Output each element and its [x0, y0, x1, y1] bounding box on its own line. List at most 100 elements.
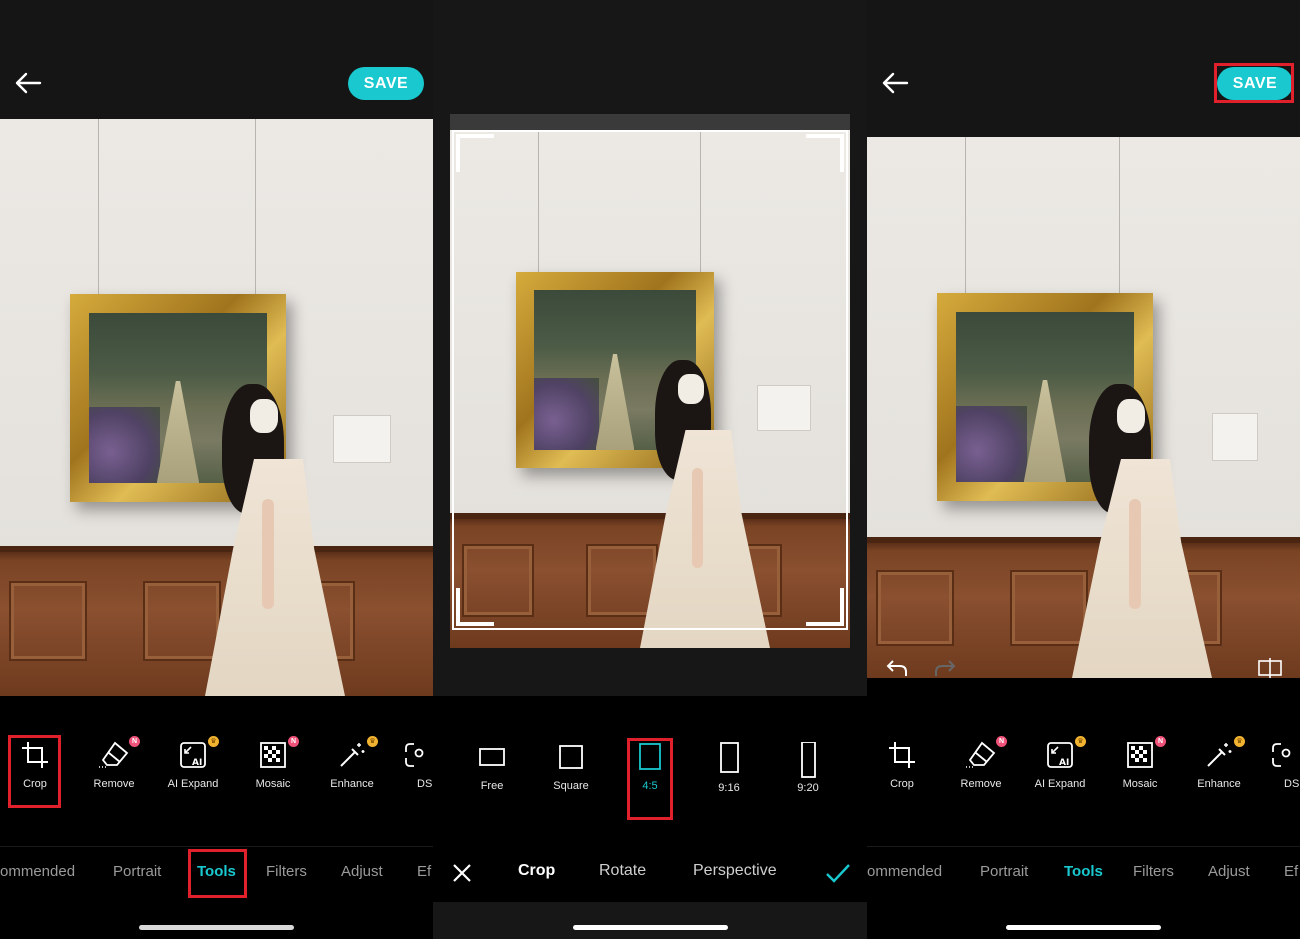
- ratio-9-20[interactable]: 9:20: [773, 736, 843, 806]
- tool-crop[interactable]: Crop: [867, 736, 937, 806]
- tool-label: AI Expand: [1034, 778, 1086, 790]
- home-indicator: [1006, 925, 1161, 930]
- home-indicator: [139, 925, 294, 930]
- premium-crown-icon: ♛: [1234, 736, 1245, 747]
- premium-crown-icon: ♛: [1075, 736, 1086, 747]
- tool-label: Remove: [960, 778, 1002, 790]
- crop-handle-bottom-left[interactable]: [456, 588, 494, 626]
- tool-label: Crop: [890, 778, 914, 790]
- category-tabs: ommended Portrait Tools Filters Adjust E…: [867, 846, 1300, 903]
- tab-adjust[interactable]: Adjust: [341, 863, 383, 880]
- tab-tools[interactable]: Tools: [197, 863, 236, 880]
- tab-rotate[interactable]: Rotate: [599, 862, 646, 880]
- ratio-9-20-icon: [801, 742, 816, 778]
- tab-portrait[interactable]: Portrait: [980, 863, 1028, 880]
- category-tabs: ommended Portrait Tools Filters Adjust E…: [0, 846, 433, 903]
- crop-icon: [22, 742, 48, 768]
- crop-frame[interactable]: [452, 130, 848, 630]
- crop-handle-bottom-right[interactable]: [806, 588, 844, 626]
- tool-label: Crop: [23, 778, 47, 790]
- svg-text:AI: AI: [1059, 758, 1069, 768]
- tab-crop[interactable]: Crop: [518, 862, 555, 880]
- tab-portrait[interactable]: Portrait: [113, 863, 161, 880]
- editor-panel-tools: SAVE Crop N Remove ♛ AI AI Expand N Mosa…: [0, 0, 433, 939]
- tab-effects[interactable]: Ef: [1284, 863, 1298, 880]
- crop-canvas: [450, 114, 850, 648]
- top-bar: SAVE: [0, 0, 433, 119]
- ratio-row: Free Square 4:5 9:16 9:20: [433, 696, 867, 846]
- ai-expand-icon: AI: [1047, 742, 1073, 768]
- tool-label: Mosaic: [255, 778, 291, 790]
- crop-icon: [889, 742, 915, 768]
- tab-filters[interactable]: Filters: [266, 863, 307, 880]
- square-ratio-icon: [559, 745, 583, 769]
- top-bar: SAVE: [867, 0, 1300, 137]
- tool-remove[interactable]: N Remove: [79, 736, 149, 806]
- tab-filters[interactable]: Filters: [1133, 863, 1174, 880]
- new-badge: N: [288, 736, 299, 747]
- tab-tools[interactable]: Tools: [1064, 863, 1103, 880]
- ratio-label: 9:20: [797, 782, 819, 794]
- back-arrow-icon[interactable]: [879, 66, 913, 100]
- save-button[interactable]: SAVE: [348, 67, 424, 100]
- crop-handle-top-left[interactable]: [456, 134, 494, 172]
- redo-icon[interactable]: [933, 656, 957, 680]
- crop-tabs: Crop Rotate Perspective: [433, 846, 867, 902]
- eraser-icon: [99, 741, 129, 768]
- premium-crown-icon: ♛: [367, 736, 378, 747]
- mosaic-icon: [260, 742, 286, 768]
- tool-ds[interactable]: DS: [1264, 736, 1300, 806]
- tool-label: DS: [417, 778, 433, 790]
- ratio-4-5[interactable]: 4:5: [615, 736, 685, 806]
- photo-preview: [867, 137, 1300, 678]
- tool-remove[interactable]: N Remove: [946, 736, 1016, 806]
- compare-icon[interactable]: [1257, 656, 1283, 680]
- editor-panel-result: SAVE Crop N Remove ♛ AI AI Expand N Mosa…: [867, 0, 1300, 939]
- close-icon[interactable]: [451, 862, 473, 884]
- magic-wand-icon: [340, 743, 365, 767]
- ratio-label: 9:16: [718, 782, 740, 794]
- tool-label: Enhance: [1197, 778, 1241, 790]
- free-ratio-icon: [479, 748, 505, 766]
- crop-panel: Free Square 4:5 9:16 9:20 Crop Rotate Pe…: [433, 0, 867, 939]
- ds-icon: [1272, 743, 1291, 767]
- tool-crop[interactable]: Crop: [0, 736, 70, 806]
- save-button[interactable]: SAVE: [1217, 67, 1293, 100]
- ratio-free[interactable]: Free: [457, 736, 527, 806]
- check-icon[interactable]: [825, 862, 851, 884]
- magic-wand-icon: [1207, 743, 1232, 767]
- tool-label: Enhance: [330, 778, 374, 790]
- tool-ds[interactable]: DS: [397, 736, 433, 806]
- tool-label: AI Expand: [167, 778, 219, 790]
- back-arrow-icon[interactable]: [12, 66, 46, 100]
- svg-text:AI: AI: [192, 758, 202, 768]
- home-indicator: [573, 925, 728, 930]
- ratio-label: Square: [553, 780, 589, 792]
- ds-icon: [405, 743, 424, 767]
- new-badge: N: [1155, 736, 1166, 747]
- tab-recommended[interactable]: ommended: [0, 863, 75, 880]
- mosaic-icon: [1127, 742, 1153, 768]
- tool-row: Crop N Remove ♛ AI AI Expand N Mosaic ♛ …: [0, 696, 433, 846]
- tool-enhance[interactable]: ♛ Enhance: [317, 736, 387, 806]
- ratio-9-16-icon: [720, 742, 739, 773]
- tab-effects[interactable]: Ef: [417, 863, 431, 880]
- ratio-4-5-icon: [639, 743, 661, 770]
- eraser-icon: [966, 741, 996, 768]
- tool-ai-expand[interactable]: ♛ AI AI Expand: [1025, 736, 1095, 806]
- tab-adjust[interactable]: Adjust: [1208, 863, 1250, 880]
- tab-perspective[interactable]: Perspective: [693, 862, 777, 880]
- tool-enhance[interactable]: ♛ Enhance: [1184, 736, 1254, 806]
- undo-icon[interactable]: [885, 656, 909, 680]
- ai-expand-icon: AI: [180, 742, 206, 768]
- tool-label: Remove: [93, 778, 135, 790]
- tool-mosaic[interactable]: N Mosaic: [1105, 736, 1175, 806]
- ratio-label: Free: [480, 780, 504, 792]
- crop-handle-top-right[interactable]: [806, 134, 844, 172]
- ratio-9-16[interactable]: 9:16: [694, 736, 764, 806]
- ratio-square[interactable]: Square: [536, 736, 606, 806]
- tool-label: Mosaic: [1122, 778, 1158, 790]
- tool-ai-expand[interactable]: ♛ AI AI Expand: [158, 736, 228, 806]
- tab-recommended[interactable]: ommended: [867, 863, 942, 880]
- tool-mosaic[interactable]: N Mosaic: [238, 736, 308, 806]
